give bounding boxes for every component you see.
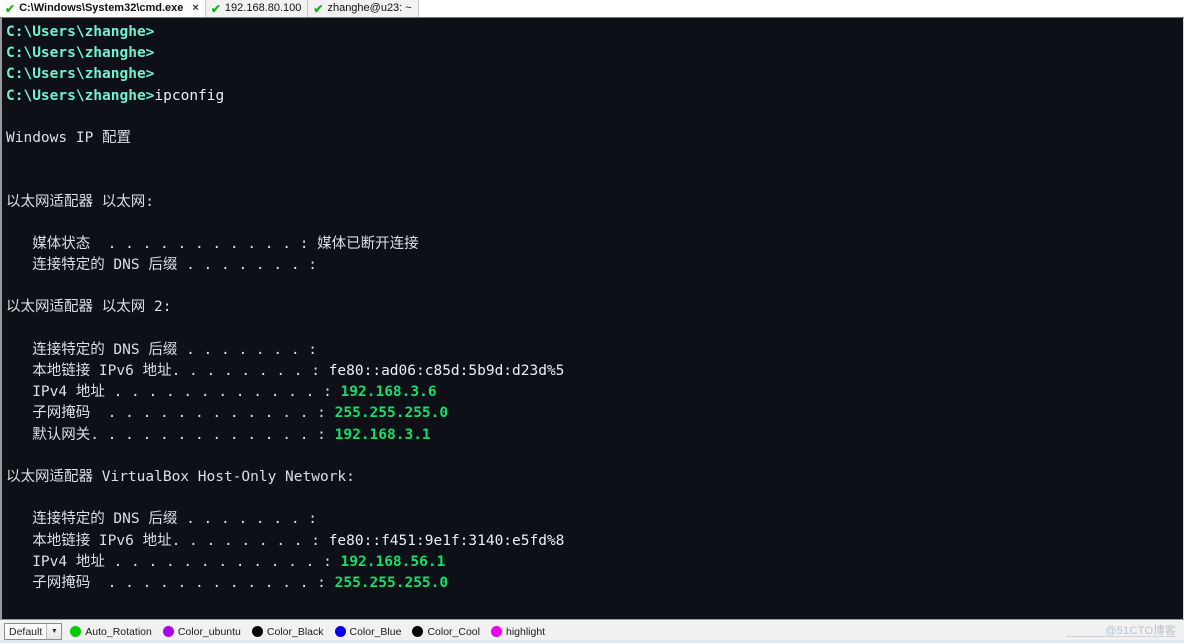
terminal-text: C:\Users\zhanghe> C:\Users\zhanghe> C:\Use…	[2, 18, 1183, 594]
color-swatch-icon	[162, 626, 174, 637]
check-icon: ✔	[5, 1, 16, 16]
terminal-field-value: 192.168.3.1	[334, 426, 431, 443]
terminal-app-window: ✔ C:\Windows\System32\cmd.exe × ✔ 192.16…	[0, 0, 1184, 643]
color-preset-highlight[interactable]: highlight	[490, 625, 546, 638]
color-swatch-icon	[70, 626, 82, 637]
terminal-line: 子网掩码 . . . . . . . . . . . . : 255.255.2…	[6, 573, 1183, 594]
terminal-field-label: IPv4 地址 . . . . . . . . . . . . :	[6, 553, 341, 570]
terminal-plain-text: 连接特定的 DNS 后缀 . . . . . . . :	[6, 341, 318, 358]
terminal-line: 本地链接 IPv6 地址. . . . . . . . : fe80::f451…	[6, 531, 1183, 552]
terminal-field-label: 默认网关. . . . . . . . . . . . . :	[6, 426, 335, 443]
terminal-line: 本地链接 IPv6 地址. . . . . . . . : fe80::ad06…	[6, 361, 1183, 382]
close-icon[interactable]: ×	[192, 3, 198, 14]
chevron-down-icon: ▼	[46, 624, 62, 639]
color-preset-label: Auto_Rotation	[85, 625, 152, 638]
terminal-line: C:\Users\zhanghe>	[6, 22, 1183, 43]
terminal-command: ipconfig	[154, 87, 225, 104]
terminal-line: IPv4 地址 . . . . . . . . . . . . : 192.16…	[6, 382, 1183, 403]
terminal-field-value: fe80::f451:9e1f:3140:e5fd%8	[328, 532, 565, 549]
color-preset-color-black[interactable]: Color_Black	[251, 625, 324, 638]
terminal-line: 连接特定的 DNS 后缀 . . . . . . . :	[6, 340, 1183, 361]
color-preset-color-cool[interactable]: Color_Cool	[412, 626, 480, 638]
color-preset-label: Color_Cool	[427, 625, 480, 638]
tab-zhanghe-u23[interactable]: ✔ zhanghe@u23: ~	[308, 0, 419, 17]
color-scheme-select[interactable]: Default ▼	[4, 623, 63, 640]
terminal-line: 以太网适配器 以太网 2:	[6, 297, 1183, 318]
tab-192-168-80-100[interactable]: ✔ 192.168.80.100	[205, 0, 309, 17]
terminal-prompt: C:\Users\zhanghe>	[6, 45, 155, 62]
terminal-plain-text: 以太网适配器 以太网:	[6, 193, 154, 210]
terminal-field-label: 子网掩码 . . . . . . . . . . . . :	[6, 405, 335, 422]
terminal-line: 默认网关. . . . . . . . . . . . . : 192.168.…	[6, 425, 1183, 446]
terminal-plain-text: 以太网适配器 VirtualBox Host-Only Network:	[6, 468, 355, 485]
terminal-plain-text: 连接特定的 DNS 后缀 . . . . . . . :	[6, 257, 318, 274]
terminal-field-label: 本地链接 IPv6 地址. . . . . . . . :	[6, 532, 329, 549]
terminal-field-label: 子网掩码 . . . . . . . . . . . . :	[6, 574, 335, 591]
terminal-field-value: fe80::ad06:c85d:5b9d:d23d%5	[328, 363, 565, 379]
terminal-line: C:\Users\zhanghe>	[6, 64, 1183, 85]
tab-label: zhanghe@u23: ~	[327, 2, 412, 14]
check-icon: ✔	[313, 1, 324, 16]
terminal-field-label: IPv4 地址 . . . . . . . . . . . . :	[6, 384, 341, 401]
terminal-line: 连接特定的 DNS 后缀 . . . . . . . :	[6, 255, 1183, 276]
color-preset-list: Auto_Rotation Color_ubuntu Color_Black Colo…	[70, 626, 545, 638]
terminal-line: 子网掩码 . . . . . . . . . . . . : 255.255.2…	[6, 403, 1183, 424]
tab-label: C:\Windows\System32\cmd.exe	[19, 2, 184, 14]
color-preset-label: Color_Blue	[349, 625, 402, 638]
terminal-plain-text: 媒体状态 . . . . . . . . . . . : 媒体已断开连接	[6, 235, 419, 252]
tab-bar: ✔ C:\Windows\System32\cmd.exe × ✔ 192.16…	[0, 0, 1184, 18]
terminal-field-value: 192.168.56.1	[340, 553, 446, 570]
terminal-line: 以太网适配器 VirtualBox Host-Only Network:	[6, 467, 1183, 488]
terminal-line: C:\Users\zhanghe>	[6, 43, 1183, 64]
terminal-line: IPv4 地址 . . . . . . . . . . . . : 192.16…	[6, 552, 1183, 573]
tab-cmd-exe[interactable]: ✔ C:\Windows\System32\cmd.exe ×	[0, 0, 206, 17]
terminal-line: Windows IP 配置	[6, 128, 1183, 149]
color-preset-label: highlight	[505, 625, 546, 638]
terminal-line: 连接特定的 DNS 后缀 . . . . . . . :	[6, 509, 1183, 530]
terminal-prompt: C:\Users\zhanghe>	[6, 87, 155, 104]
terminal-field-value: 255.255.255.0	[334, 405, 449, 422]
color-preset-label: Color_Black	[266, 625, 324, 638]
terminal-line: 媒体状态 . . . . . . . . . . . : 媒体已断开连接	[6, 234, 1183, 255]
terminal-plain-text: 连接特定的 DNS 后缀 . . . . . . . :	[6, 511, 318, 528]
color-swatch-icon	[412, 626, 424, 637]
watermark-label: @51CTO博客	[1105, 625, 1176, 637]
terminal-output-panel[interactable]: C:\Users\zhanghe> C:\Users\zhanghe> C:\Use…	[0, 18, 1184, 619]
color-scheme-value: Default	[9, 625, 43, 638]
color-swatch-icon	[490, 626, 502, 637]
color-preset-label: Color_ubuntu	[177, 625, 241, 638]
terminal-prompt: C:\Users\zhanghe>	[6, 24, 155, 40]
terminal-field-label: 本地链接 IPv6 地址. . . . . . . . :	[6, 363, 329, 379]
terminal-plain-text: 以太网适配器 以太网 2:	[6, 299, 172, 316]
tab-label: 192.168.80.100	[224, 2, 302, 14]
color-preset-color-blue[interactable]: Color_Blue	[334, 625, 402, 638]
terminal-prompt: C:\Users\zhanghe>	[6, 66, 155, 83]
color-preset-auto-rotation[interactable]: Auto_Rotation	[70, 626, 152, 638]
color-swatch-icon	[251, 626, 263, 637]
terminal-plain-text: Windows IP 配置	[6, 129, 132, 146]
terminal-line: C:\Users\zhanghe>ipconfig	[6, 86, 1183, 107]
color-swatch-icon	[334, 626, 346, 637]
terminal-field-value: 255.255.255.0	[334, 574, 449, 591]
terminal-field-value: 192.168.3.6	[340, 384, 437, 401]
check-icon: ✔	[210, 1, 221, 16]
color-preset-color-ubuntu[interactable]: Color_ubuntu	[162, 625, 241, 638]
terminal-line: 以太网适配器 以太网:	[6, 192, 1183, 213]
tab-bar-empty-area	[418, 0, 1184, 17]
